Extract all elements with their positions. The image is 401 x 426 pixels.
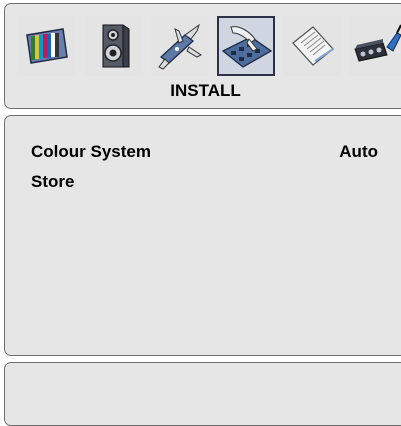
info-panel <box>4 362 401 426</box>
connector-plug-icon <box>354 24 401 62</box>
install-hand-remote-icon <box>221 26 273 68</box>
document-menu-tab[interactable] <box>283 16 341 76</box>
features-menu-tab[interactable] <box>151 16 209 76</box>
store-row[interactable]: Store <box>31 172 378 192</box>
settings-panel: Colour System Auto Store <box>4 115 401 356</box>
speaker-icon <box>102 24 130 68</box>
store-label: Store <box>31 172 75 191</box>
colour-system-label: Colour System <box>31 142 151 161</box>
connections-menu-tab[interactable] <box>349 16 401 76</box>
document-icon <box>292 26 334 66</box>
menu-title: INSTALL <box>170 81 241 100</box>
sound-menu-tab[interactable] <box>85 16 143 76</box>
swiss-knife-icon <box>158 23 202 70</box>
picture-menu-tab[interactable] <box>17 16 75 76</box>
colour-system-value: Auto <box>339 142 378 161</box>
colour-system-row[interactable]: Colour System Auto <box>31 142 378 162</box>
menu-header-panel: INSTALL <box>4 3 401 109</box>
install-menu-tab[interactable] <box>217 16 275 76</box>
picture-icon <box>26 28 68 64</box>
